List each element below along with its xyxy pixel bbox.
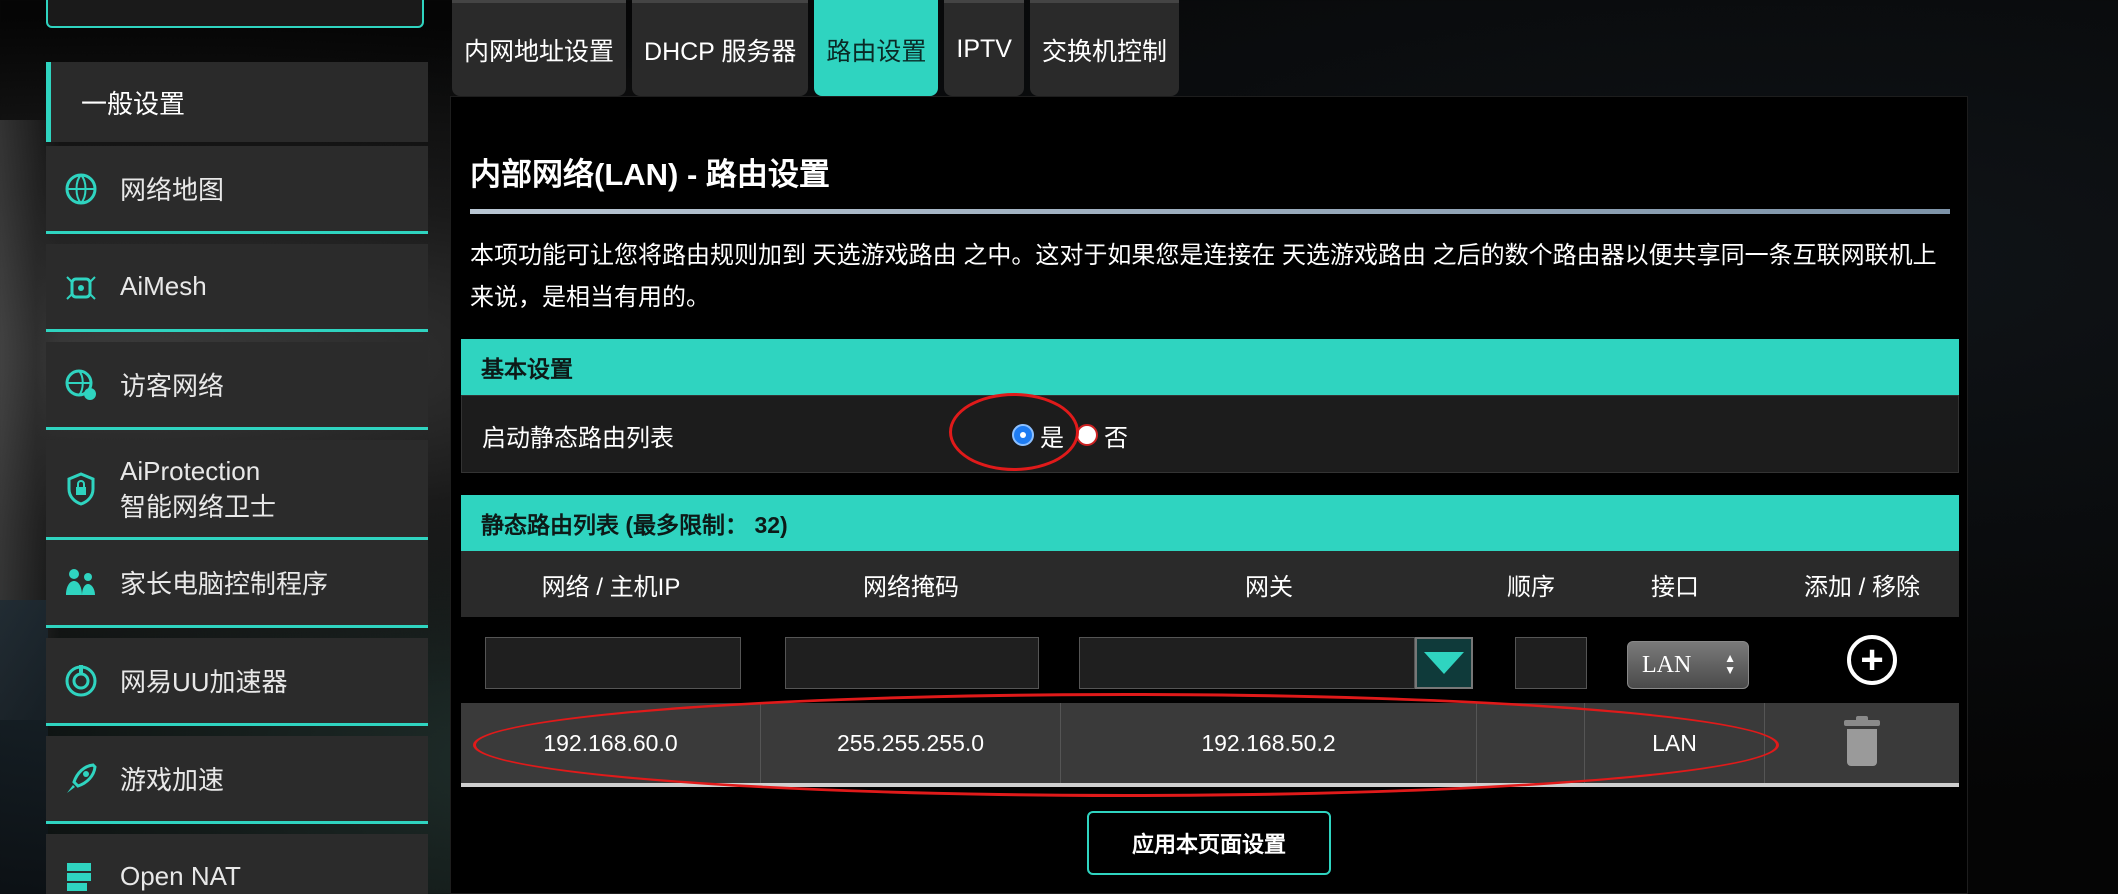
column-metric: 顺序: [1507, 573, 1555, 601]
annotation-ellipse-route-row: [473, 693, 1779, 797]
sidebar-item-guest-network[interactable]: 访客网络: [46, 342, 428, 430]
tab-label: 交换机控制: [1041, 37, 1167, 66]
tab-label: IPTV: [956, 35, 1012, 63]
sidebar-item-aiprotection[interactable]: AiProtection 智能网络卫士: [46, 440, 428, 540]
tab-label: DHCP 服务器: [644, 37, 797, 66]
sidebar-item-general-settings[interactable]: 一般设置: [46, 62, 428, 142]
netmask-input[interactable]: [785, 637, 1039, 689]
sidebar-top-button[interactable]: [46, 0, 424, 28]
shield-lock-icon: [62, 470, 100, 508]
tab-lan-ip[interactable]: 内网地址设置: [452, 0, 627, 96]
basic-settings-header: 基本设置: [461, 339, 1959, 395]
background-art-lower: [0, 600, 48, 894]
radio-no-label: 否: [1104, 424, 1128, 452]
sidebar-item-game-boost[interactable]: 游戏加速: [46, 736, 428, 824]
server-icon: [62, 858, 100, 894]
tab-label: 内网地址设置: [464, 37, 615, 66]
annotation-circle-radio: [949, 393, 1079, 471]
gateway-dropdown-button[interactable]: [1415, 637, 1473, 689]
interface-select-value: LAN: [1642, 651, 1692, 678]
network-ip-input[interactable]: [485, 637, 741, 689]
title-divider: [470, 209, 1950, 214]
radio-no[interactable]: [1076, 424, 1098, 446]
content-panel: 内部网络(LAN) - 路由设置 本项功能可让您将路由规则加到 天选游戏路由 之…: [450, 96, 1968, 894]
tab-bar: 内网地址设置 DHCP 服务器 路由设置 IPTV 交换机控制: [452, 0, 1179, 96]
sidebar-item-label: AiMesh: [120, 271, 207, 301]
column-netmask: 网络掩码: [863, 573, 959, 601]
mesh-node-icon: [62, 268, 100, 306]
select-arrows-icon: ▲ ▼: [1724, 651, 1736, 677]
column-interface: 接口: [1651, 573, 1699, 601]
enable-static-route-label: 启动静态路由列表: [482, 424, 674, 452]
sidebar-item-aimesh[interactable]: AiMesh: [46, 244, 428, 332]
page-title: 内部网络(LAN) - 路由设置: [470, 157, 830, 192]
sidebar-item-network-map[interactable]: 网络地图: [46, 146, 428, 234]
column-gateway: 网关: [1245, 573, 1293, 601]
sidebar-item-label: 访客网络: [120, 371, 225, 401]
sidebar-item-label: AiProtection 智能网络卫士: [120, 455, 277, 522]
enable-static-route-row: 启动静态路由列表 是 否: [461, 395, 1959, 473]
route-table-columns: 网络 / 主机IP 网络掩码 网关 顺序 接口 添加 / 移除: [461, 551, 1959, 617]
sidebar-item-uu-booster[interactable]: 网易UU加速器: [46, 638, 428, 726]
rocket-icon: [62, 760, 100, 798]
route-input-row: LAN ▲ ▼ +: [461, 617, 1959, 701]
sidebar-item-label: Open NAT: [120, 861, 241, 891]
globe-icon: [62, 170, 100, 208]
row-remove-cell: [1765, 703, 1959, 783]
trash-icon[interactable]: [1844, 716, 1880, 766]
sidebar: 一般设置 网络地图 AiMesh 访客网络 AiProtection 智能网络卫…: [46, 0, 428, 894]
parents-icon: [62, 564, 100, 602]
guest-globe-icon: [62, 366, 100, 404]
metric-input[interactable]: [1515, 637, 1587, 689]
tab-label: 路由设置: [826, 37, 927, 66]
tab-dhcp-server[interactable]: DHCP 服务器: [632, 0, 809, 96]
column-add-remove: 添加 / 移除: [1803, 573, 1920, 601]
interface-select[interactable]: LAN ▲ ▼: [1627, 641, 1749, 689]
column-network: 网络 / 主机IP: [541, 573, 681, 601]
tab-switch-control[interactable]: 交换机控制: [1029, 0, 1179, 96]
sidebar-item-label: 网络地图: [120, 175, 225, 205]
add-route-icon[interactable]: +: [1847, 635, 1897, 685]
tab-iptv[interactable]: IPTV: [944, 0, 1024, 96]
sidebar-item-label: 网易UU加速器: [120, 667, 288, 697]
tab-route[interactable]: 路由设置: [814, 0, 939, 96]
sidebar-item-parental-control[interactable]: 家长电脑控制程序: [46, 540, 428, 628]
sidebar-item-label: 游戏加速: [120, 765, 225, 795]
sidebar-item-label: 家长电脑控制程序: [120, 569, 329, 599]
apply-button[interactable]: 应用本页面设置: [1087, 811, 1331, 875]
route-table-header: 静态路由列表 (最多限制： 32): [461, 495, 1959, 551]
sidebar-item-label: 一般设置: [81, 88, 186, 119]
sidebar-item-open-nat[interactable]: Open NAT: [46, 834, 428, 894]
uu-icon: [62, 662, 100, 700]
gateway-input[interactable]: [1079, 637, 1415, 689]
page-description: 本项功能可让您将路由规则加到 天选游戏路由 之中。这对于如果您是连接在 天选游戏…: [470, 242, 1937, 311]
